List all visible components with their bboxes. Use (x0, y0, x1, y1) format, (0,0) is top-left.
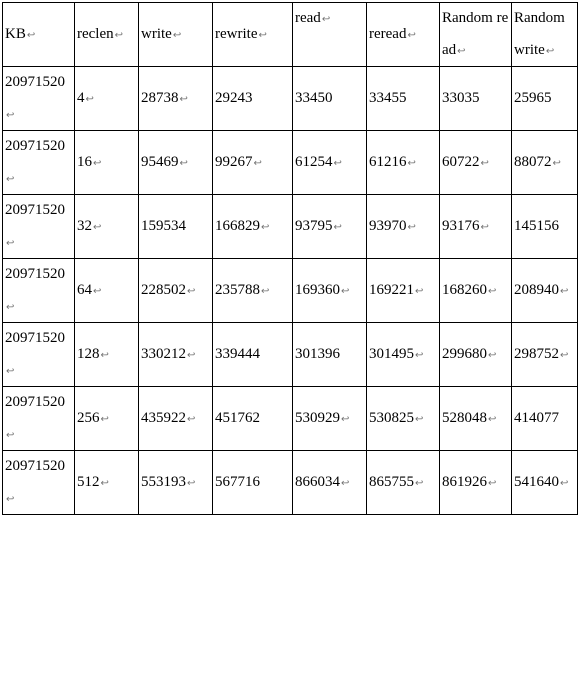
cell-random-read: 33035 (440, 67, 512, 131)
cell-kb: 20971520↩ (3, 131, 75, 195)
cell-random-write: 541640↩ (512, 451, 578, 515)
cell-write: 553193↩ (139, 451, 213, 515)
cell-read: 169360↩ (293, 259, 367, 323)
cell-random-write: 145156 (512, 195, 578, 259)
cell-rewrite: 99267↩ (213, 131, 293, 195)
cell-random-read: 168260↩ (440, 259, 512, 323)
cell-reread: 530825↩ (367, 387, 440, 451)
header-reclen: reclen↩ (75, 3, 139, 67)
table-body: 20971520↩4↩28738↩29243334503345533035259… (3, 67, 578, 515)
cell-write: 228502↩ (139, 259, 213, 323)
table-row: 20971520↩64↩228502↩235788↩169360↩169221↩… (3, 259, 578, 323)
cell-write: 28738↩ (139, 67, 213, 131)
cell-kb: 20971520↩ (3, 387, 75, 451)
cell-read: 530929↩ (293, 387, 367, 451)
header-kb: KB↩ (3, 3, 75, 67)
cell-random-write: 25965 (512, 67, 578, 131)
header-random-write: Random write↩ (512, 3, 578, 67)
header-reread: reread↩ (367, 3, 440, 67)
cell-read: 33450 (293, 67, 367, 131)
cell-kb: 20971520↩ (3, 451, 75, 515)
cell-random-read: 299680↩ (440, 323, 512, 387)
table-row: 20971520↩4↩28738↩29243334503345533035259… (3, 67, 578, 131)
cell-reread: 93970↩ (367, 195, 440, 259)
cell-random-read: 60722↩ (440, 131, 512, 195)
cell-write: 159534 (139, 195, 213, 259)
cell-read: 866034↩ (293, 451, 367, 515)
cell-read: 61254↩ (293, 131, 367, 195)
cell-kb: 20971520↩ (3, 195, 75, 259)
table-row: 20971520↩256↩435922↩451762530929↩530825↩… (3, 387, 578, 451)
table-row: 20971520↩32↩159534166829↩93795↩93970↩931… (3, 195, 578, 259)
cell-reclen: 512↩ (75, 451, 139, 515)
cell-reclen: 64↩ (75, 259, 139, 323)
cell-random-write: 414077 (512, 387, 578, 451)
cell-rewrite: 339444 (213, 323, 293, 387)
cell-write: 95469↩ (139, 131, 213, 195)
cell-reread: 169221↩ (367, 259, 440, 323)
cell-reread: 301495↩ (367, 323, 440, 387)
cell-rewrite: 235788↩ (213, 259, 293, 323)
cell-random-read: 528048↩ (440, 387, 512, 451)
cell-reclen: 4↩ (75, 67, 139, 131)
header-write: write↩ (139, 3, 213, 67)
cell-reread: 865755↩ (367, 451, 440, 515)
cell-reclen: 128↩ (75, 323, 139, 387)
cell-rewrite: 29243 (213, 67, 293, 131)
header-rewrite: rewrite↩ (213, 3, 293, 67)
cell-random-read: 861926↩ (440, 451, 512, 515)
cell-write: 330212↩ (139, 323, 213, 387)
cell-random-read: 93176↩ (440, 195, 512, 259)
cell-kb: 20971520↩ (3, 67, 75, 131)
table-row: 20971520↩512↩553193↩567716866034↩865755↩… (3, 451, 578, 515)
header-row: KB↩ reclen↩ write↩ rewrite↩ read↩ reread… (3, 3, 578, 67)
cell-reclen: 32↩ (75, 195, 139, 259)
header-random-read: Random read↩ (440, 3, 512, 67)
cell-rewrite: 166829↩ (213, 195, 293, 259)
table-row: 20971520↩16↩95469↩99267↩61254↩61216↩6072… (3, 131, 578, 195)
cell-reread: 61216↩ (367, 131, 440, 195)
cell-reread: 33455 (367, 67, 440, 131)
header-read: read↩ (293, 3, 367, 67)
cell-write: 435922↩ (139, 387, 213, 451)
cell-random-write: 208940↩ (512, 259, 578, 323)
cell-kb: 20971520↩ (3, 259, 75, 323)
cell-random-write: 298752↩ (512, 323, 578, 387)
cell-random-write: 88072↩ (512, 131, 578, 195)
cell-read: 301396 (293, 323, 367, 387)
cell-kb: 20971520↩ (3, 323, 75, 387)
cell-read: 93795↩ (293, 195, 367, 259)
cell-rewrite: 567716 (213, 451, 293, 515)
cell-reclen: 256↩ (75, 387, 139, 451)
cell-reclen: 16↩ (75, 131, 139, 195)
cell-rewrite: 451762 (213, 387, 293, 451)
benchmark-table: KB↩ reclen↩ write↩ rewrite↩ read↩ reread… (2, 2, 578, 515)
table-row: 20971520↩128↩330212↩339444301396301495↩2… (3, 323, 578, 387)
